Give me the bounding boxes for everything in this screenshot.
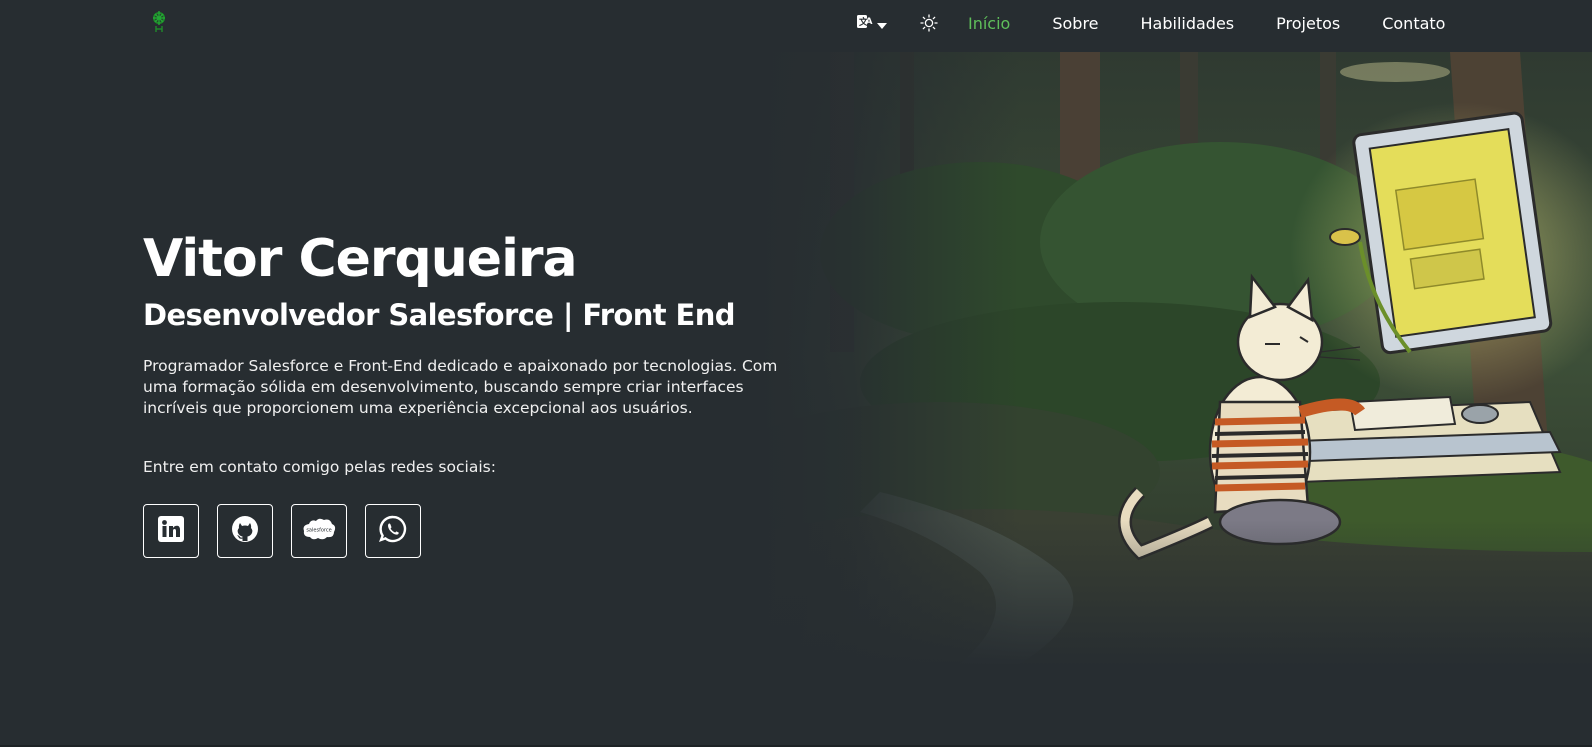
nav-link-projetos[interactable]: Projetos (1276, 13, 1340, 35)
nav-link-sobre[interactable]: Sobre (1052, 13, 1098, 35)
hero-description: Programador Salesforce e Front-End dedic… (143, 357, 778, 417)
hero-section: Vitor Cerqueira Desenvolvedor Salesforce… (143, 228, 803, 558)
nav-link-habilidades[interactable]: Habilidades (1141, 13, 1235, 35)
hero-fade-bottom (760, 520, 1592, 666)
linkedin-icon (158, 516, 184, 546)
hero-role: Desenvolvedor Salesforce | Front End (143, 298, 736, 332)
social-links: salesforce (143, 504, 803, 558)
sun-icon[interactable] (920, 14, 938, 32)
github-button[interactable] (217, 504, 273, 558)
whatsapp-icon (379, 515, 407, 547)
nav-link-contato[interactable]: Contato (1382, 13, 1445, 35)
language-selector[interactable]: 文 A (856, 14, 887, 34)
salesforce-icon: salesforce (301, 516, 337, 546)
salesforce-button[interactable]: salesforce (291, 504, 347, 558)
contact-prompt: Entre em contato comigo pelas redes soci… (143, 458, 496, 476)
nav-link-inicio[interactable]: Início (968, 13, 1010, 35)
translate-icon: 文 A (856, 13, 874, 35)
github-icon (231, 515, 259, 547)
logo-icon[interactable] (150, 10, 168, 34)
linkedin-button[interactable] (143, 504, 199, 558)
whatsapp-button[interactable] (365, 504, 421, 558)
svg-text:salesforce: salesforce (306, 528, 331, 534)
svg-text:A: A (866, 17, 873, 27)
chevron-down-icon (877, 15, 887, 34)
top-navbar: 文 A Início Sobre Habilidades Projetos Co… (0, 0, 1592, 52)
main-nav: Início Sobre Habilidades Projetos Contat… (968, 13, 1487, 35)
hero-name: Vitor Cerqueira (143, 229, 578, 289)
